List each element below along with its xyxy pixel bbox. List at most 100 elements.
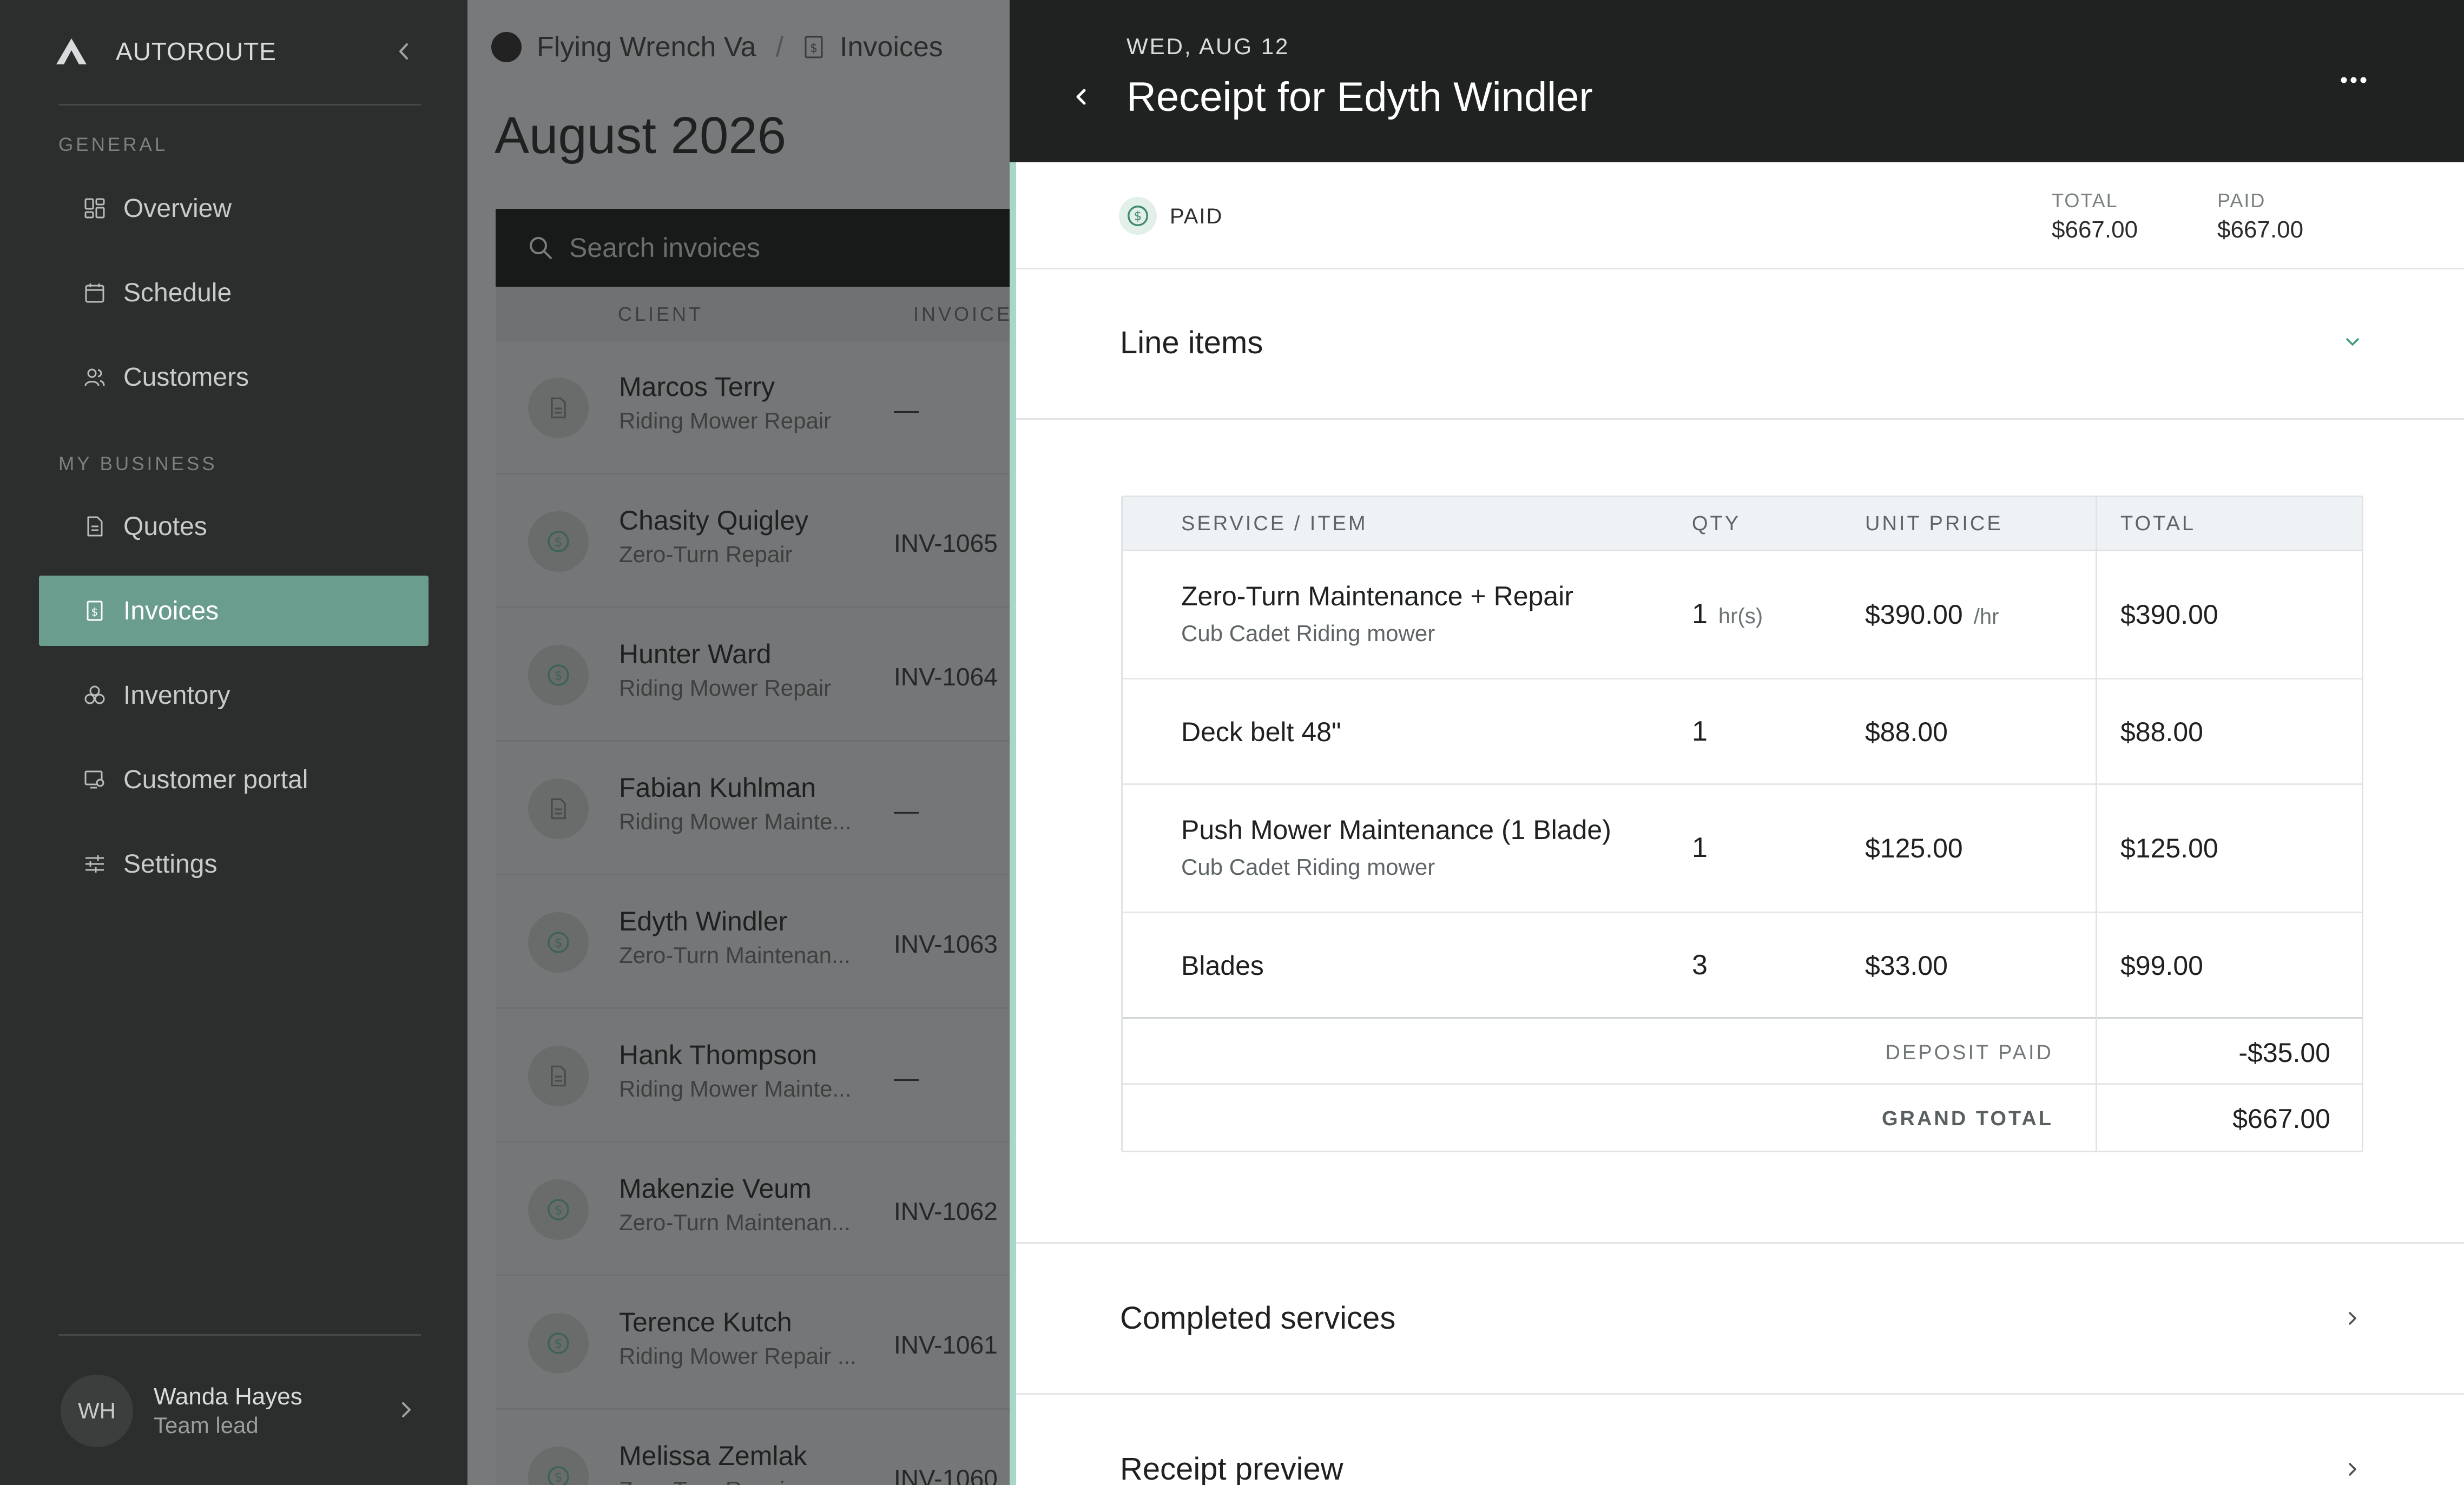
- client-name: Hank Thompson: [619, 1040, 817, 1070]
- svg-text:$: $: [91, 605, 98, 618]
- brand[interactable]: AUTOROUTE: [55, 36, 276, 67]
- list-item[interactable]: $ Melissa Zemlak Zero-Turn Repair INV-10…: [496, 1410, 1010, 1485]
- deposit-value: -$35.00: [2238, 1038, 2330, 1068]
- column-client[interactable]: CLIENT: [618, 303, 703, 326]
- table-row[interactable]: Deck belt 48" 1 $88.00 $88.00: [1123, 679, 2362, 785]
- item-unit-price: $125.00: [1865, 833, 1963, 863]
- receipt-status-bar: $ PAID TOTAL $667.00 PAID $667.00: [1016, 162, 2464, 269]
- list-item[interactable]: Fabian Kuhlman Riding Mower Mainte... —: [496, 742, 1010, 875]
- item-name: Zero-Turn Maintenance + Repair: [1181, 581, 1573, 611]
- receipt-preview-title: Receipt preview: [1120, 1451, 1343, 1485]
- company-logo-icon: [491, 32, 522, 62]
- table-row[interactable]: Zero-Turn Maintenance + Repair Cub Cadet…: [1123, 551, 2362, 679]
- list-item[interactable]: $ Hunter Ward Riding Mower Repair INV-10…: [496, 608, 1010, 742]
- svg-text:$: $: [554, 1202, 562, 1217]
- list-header: CLIENT INVOICE: [496, 287, 1010, 341]
- client-name: Fabian Kuhlman: [619, 773, 816, 803]
- sidebar: AUTOROUTE GENERAL Overview Schedule Cust…: [0, 0, 467, 1485]
- page-title: August 2026: [495, 107, 787, 164]
- invoice-icon: $: [82, 598, 107, 623]
- chevron-right-icon: [402, 1402, 411, 1417]
- receipt-date: WED, AUG 12: [1126, 34, 1290, 59]
- table-row[interactable]: Blades 3 $33.00 $99.00: [1123, 913, 2362, 1019]
- grand-total-label: GRAND TOTAL: [1881, 1107, 2053, 1130]
- sidebar-item-customer-portal[interactable]: Customer portal: [39, 744, 429, 815]
- completed-services-title: Completed services: [1120, 1301, 1396, 1336]
- breadcrumb-page[interactable]: Invoices: [840, 31, 943, 63]
- client-service: Zero-Turn Maintenan...: [619, 942, 851, 968]
- sidebar-item-overview[interactable]: Overview: [39, 173, 429, 243]
- item-unit-price: $88.00: [1865, 717, 1948, 747]
- sidebar-item-label: Customer portal: [123, 765, 308, 794]
- sidebar-item-label: Settings: [123, 849, 218, 879]
- breadcrumb-company[interactable]: Flying Wrench Va: [537, 31, 756, 63]
- breadcrumb: Flying Wrench Va / $ Invoices: [491, 28, 943, 66]
- list-item[interactable]: $ Terence Kutch Riding Mower Repair ... …: [496, 1276, 1010, 1410]
- total-summary: TOTAL $667.00: [2052, 189, 2138, 243]
- sidebar-item-quotes[interactable]: Quotes: [39, 491, 429, 562]
- boxes-icon: [82, 683, 107, 708]
- item-total: $390.00: [2120, 599, 2218, 630]
- list-item[interactable]: $ Edyth Windler Zero-Turn Maintenan... I…: [496, 875, 1010, 1009]
- sidebar-item-label: Invoices: [123, 596, 219, 625]
- client-name: Marcos Terry: [619, 372, 775, 402]
- panel-header: WED, AUG 12 Receipt for Edyth Windler: [1010, 0, 2464, 162]
- svg-text:$: $: [554, 668, 562, 683]
- table-header: SERVICE / ITEM QTY UNIT PRICE TOTAL: [1123, 497, 2362, 551]
- client-service: Riding Mower Repair: [619, 408, 832, 433]
- list-item[interactable]: Hank Thompson Riding Mower Mainte... —: [496, 1009, 1010, 1143]
- sidebar-item-customers[interactable]: Customers: [39, 342, 429, 412]
- receipt-preview-section[interactable]: Receipt preview: [1016, 1395, 2464, 1485]
- sidebar-item-invoices[interactable]: $ Invoices: [39, 576, 429, 646]
- sidebar-item-settings[interactable]: Settings: [39, 829, 429, 899]
- item-total: $125.00: [2120, 833, 2218, 863]
- paid-dollar-icon: $: [528, 1447, 589, 1485]
- sliders-icon: [82, 852, 107, 876]
- invoice-number: —: [894, 1064, 919, 1092]
- sidebar-item-label: Overview: [123, 194, 232, 223]
- item-name: Blades: [1181, 951, 1264, 981]
- table-row[interactable]: Push Mower Maintenance (1 Blade) Cub Cad…: [1123, 785, 2362, 913]
- draft-document-icon: [528, 778, 589, 839]
- paid-dollar-icon: $: [528, 912, 589, 973]
- list-item[interactable]: $ Makenzie Veum Zero-Turn Maintenan... I…: [496, 1143, 1010, 1276]
- sidebar-divider: [58, 1334, 421, 1336]
- sidebar-item-schedule[interactable]: Schedule: [39, 258, 429, 328]
- search-placeholder: Search invoices: [569, 233, 760, 263]
- line-items-table: SERVICE / ITEM QTY UNIT PRICE TOTAL Zero…: [1121, 496, 2363, 1152]
- section-label-general: GENERAL: [58, 134, 168, 155]
- item-total: $99.00: [2120, 951, 2203, 981]
- back-arrow-icon[interactable]: [1066, 81, 1098, 114]
- completed-services-section[interactable]: Completed services: [1016, 1242, 2464, 1395]
- invoice-number: —: [894, 796, 919, 824]
- invoice-number: INV-1063: [894, 930, 998, 958]
- invoice-number: INV-1064: [894, 663, 998, 691]
- collapse-sidebar-icon[interactable]: [391, 38, 418, 65]
- svg-text:$: $: [554, 1336, 562, 1351]
- deposit-label: DEPOSIT PAID: [1885, 1041, 2053, 1064]
- sidebar-item-inventory[interactable]: Inventory: [39, 660, 429, 730]
- paid-label: PAID: [2217, 189, 2266, 212]
- user-menu[interactable]: WH Wanda Hayes Team lead: [61, 1374, 418, 1447]
- item-unit-price: $33.00: [1865, 951, 1948, 981]
- search-input[interactable]: Search invoices: [496, 209, 1010, 287]
- paid-dollar-icon: $: [528, 1179, 589, 1240]
- invoice-list-pane: Flying Wrench Va / $ Invoices August 202…: [467, 0, 1010, 1485]
- column-invoice[interactable]: INVOICE: [913, 303, 1010, 326]
- client-service: Zero-Turn Repair: [619, 542, 793, 567]
- column-divider: [2096, 1085, 2097, 1151]
- line-items-section-header[interactable]: Line items: [1016, 269, 2464, 420]
- status-badge: PAID: [1170, 204, 1223, 228]
- draft-document-icon: [528, 1046, 589, 1106]
- document-icon: [82, 514, 107, 539]
- paid-summary: PAID $667.00: [2217, 189, 2303, 243]
- column-divider: [2096, 679, 2097, 785]
- list-item[interactable]: $ Chasity Quigley Zero-Turn Repair INV-1…: [496, 474, 1010, 608]
- list-item[interactable]: Marcos Terry Riding Mower Repair —: [496, 341, 1010, 474]
- column-total: TOTAL: [2120, 512, 2196, 535]
- total-value: $667.00: [2052, 216, 2138, 243]
- panel-accent-bar: [1010, 162, 1016, 1485]
- more-options-icon[interactable]: [2332, 68, 2375, 90]
- paid-dollar-icon: $: [528, 1313, 589, 1374]
- sidebar-item-label: Customers: [123, 362, 249, 392]
